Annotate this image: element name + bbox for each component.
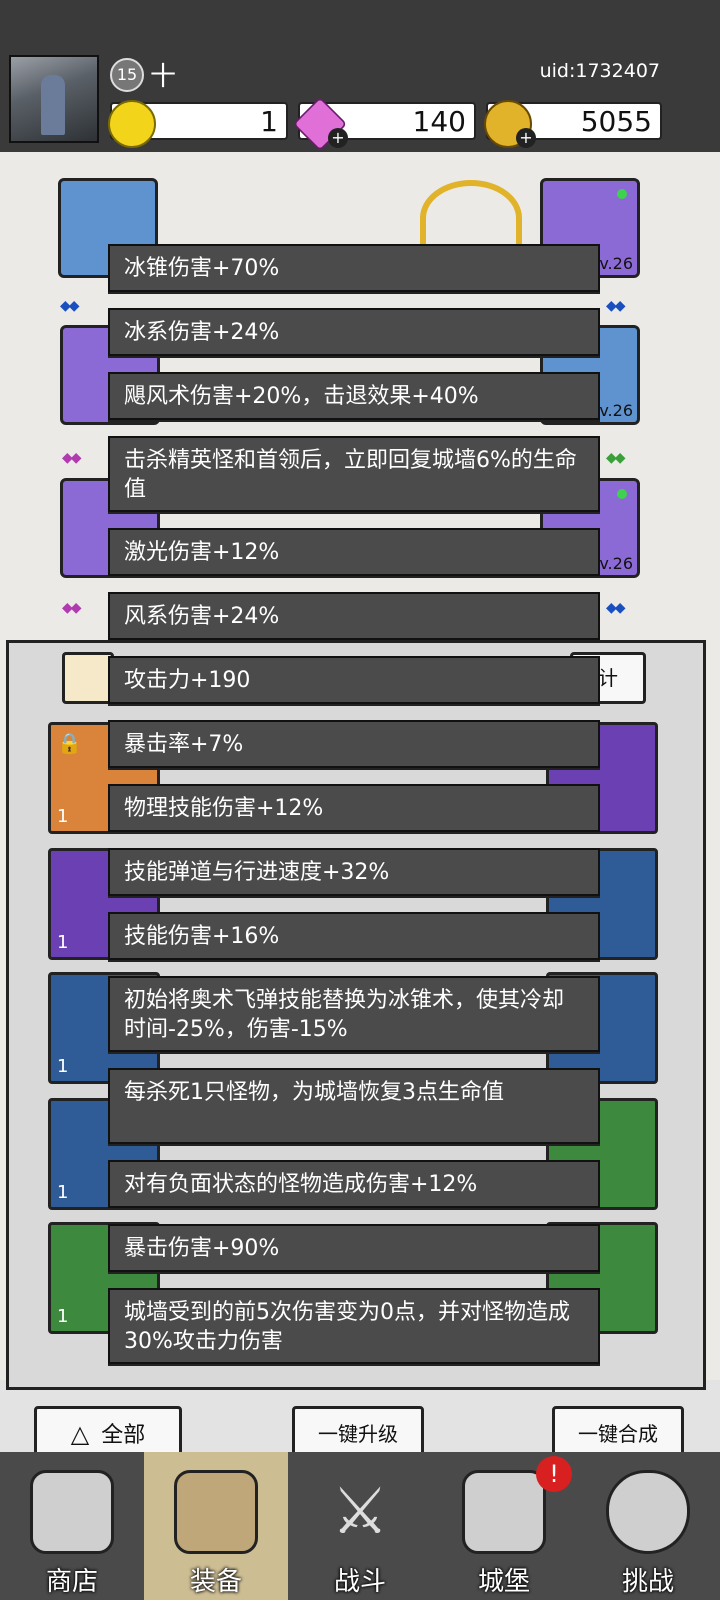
player-name: 十 (150, 62, 177, 92)
nav-label: 商店 (45, 1567, 98, 1597)
tooltip-line: 冰锥伤害+70% (108, 244, 600, 292)
status-dot (617, 189, 627, 199)
nav-challenge[interactable]: 挑战 (576, 1452, 720, 1600)
uid-label: uid:1732407 (539, 60, 660, 82)
shirt-filter-icon[interactable] (62, 652, 114, 704)
slot-gems: ◆◆ (606, 600, 625, 616)
nav-label: 战斗 (333, 1567, 386, 1597)
tooltip-line: 技能伤害+16% (108, 912, 600, 960)
card-count: 1 (57, 1056, 69, 1077)
tooltip-line: 技能弹道与行进速度+32% (108, 848, 600, 896)
shop-icon (30, 1470, 114, 1554)
diamond-counter[interactable]: 140 + (292, 96, 476, 152)
slot-gems: ◆◆ (62, 600, 81, 616)
slot-gems: ◆◆ (62, 450, 81, 466)
add-diamond-icon[interactable]: + (328, 128, 348, 148)
nav-label: 城堡 (477, 1567, 530, 1597)
slot-gems: ◆◆ (606, 298, 625, 314)
filter-label: 全部 (101, 1423, 146, 1448)
tooltip-line: 暴击率+7% (108, 720, 600, 768)
nav-shop[interactable]: 商店 (0, 1452, 144, 1600)
avatar[interactable] (9, 55, 99, 143)
tooltip-line: 初始将奥术飞弹技能替换为冰锥术，使其冷却时间-25%，伤害-15% (108, 976, 600, 1052)
tooltip-line: 物理技能伤害+12% (108, 784, 600, 832)
lock-icon: 🔒 (57, 731, 82, 755)
tooltip-line: 攻击力+190 (108, 656, 600, 704)
bottom-nav: 商店 装备 ⚔ 战斗 ! 城堡 挑战 (0, 1452, 720, 1600)
gold-counter[interactable]: 5055 + (484, 100, 662, 148)
nav-battle[interactable]: ⚔ 战斗 (288, 1452, 432, 1600)
slot-gems: ◆◆ (60, 298, 79, 314)
tooltip-line: 风系伤害+24% (108, 592, 600, 640)
slot-gems: ◆◆ (606, 450, 625, 466)
tooltip-line: 激光伤害+12% (108, 528, 600, 576)
gold-value: 5055 (580, 105, 652, 138)
card-count: 1 (57, 806, 69, 827)
yellow-gem-icon (108, 100, 156, 148)
diamond-value: 140 (412, 105, 466, 138)
card-count: 1 (57, 1182, 69, 1203)
tooltip-line: 城墙受到的前5次伤害变为0点，并对怪物造成30%攻击力伤害 (108, 1288, 600, 1364)
crossed-swords-icon: ⚔ (331, 1475, 389, 1549)
level-badge: 15 (110, 58, 144, 92)
tooltip-line: 冰系伤害+24% (108, 308, 600, 356)
card-count: 1 (57, 1306, 69, 1327)
castle-icon (462, 1470, 546, 1554)
nav-castle[interactable]: ! 城堡 (432, 1452, 576, 1600)
tooltip-line: 击杀精英怪和首领后，立即回复城墙6%的生命值 (108, 436, 600, 512)
nav-label: 挑战 (621, 1567, 674, 1597)
notification-badge: ! (536, 1456, 572, 1492)
status-dot (617, 489, 627, 499)
card-count: 1 (57, 932, 69, 953)
nav-label: 装备 (189, 1567, 242, 1597)
nav-equipment[interactable]: 装备 (144, 1452, 288, 1600)
tooltip-line: 飓风术伤害+20%，击退效果+40% (108, 372, 600, 420)
tooltip-line: 暴击伤害+90% (108, 1224, 600, 1272)
shield-icon (606, 1470, 690, 1554)
tooltip-line: 每杀死1只怪物，为城墙恢复3点生命值 (108, 1068, 600, 1144)
add-gold-icon[interactable]: + (516, 128, 536, 148)
triangle-icon: △ (70, 1420, 90, 1448)
energy-value: 1 (260, 105, 278, 138)
backpack-icon (174, 1470, 258, 1554)
energy-counter[interactable]: 1 (108, 100, 288, 148)
tooltip-line: 对有负面状态的怪物造成伤害+12% (108, 1160, 600, 1208)
